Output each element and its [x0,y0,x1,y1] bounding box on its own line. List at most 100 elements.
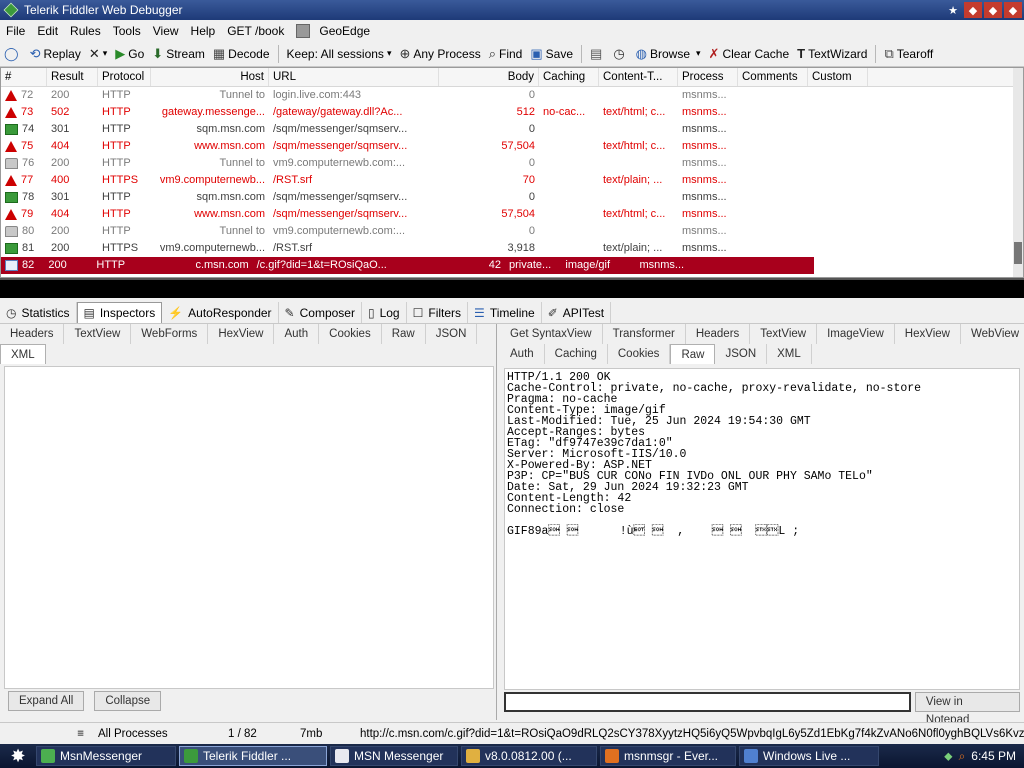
resp-tab-cookies[interactable]: Cookies [608,344,671,364]
menu-view[interactable]: View [147,24,185,38]
network-icon[interactable]: ⬥ [944,749,952,764]
tab-apitest[interactable]: ✐ APITest [542,302,612,323]
col-result[interactable]: Result [47,68,98,86]
tearoff-button[interactable]: ⧉ Tearoff [880,46,937,62]
taskbar-item-msnmessenger[interactable]: MsnMessenger [36,746,176,766]
start-button[interactable]: ✸ [0,744,36,768]
collapse-button[interactable]: Collapse [94,691,162,711]
taskbar-item-everything[interactable]: msnmsgr - Ever... [600,746,736,766]
resp-tab-hexview[interactable]: HexView [895,324,961,344]
menu-edit[interactable]: Edit [31,24,64,38]
maximize-button[interactable]: ◆ [984,2,1002,18]
session-row[interactable]: 75 404 HTTP www.msn.com/sqm/messenger/sqmse… [1,138,1023,155]
col-protocol[interactable]: Protocol [98,68,151,86]
resp-tab-transformer[interactable]: Transformer [603,324,686,344]
resp-tab-xml[interactable]: XML [767,344,812,364]
menu-get-book[interactable]: GET /book [221,24,290,38]
resp-tab-caching[interactable]: Caching [545,344,608,364]
process-filter[interactable]: All Processes [90,728,220,740]
minimize-button[interactable]: ◆ [964,2,982,18]
resp-tab-webview[interactable]: WebView [961,324,1024,344]
raw-find-input[interactable] [504,692,911,712]
stream-button[interactable]: ⬇ Stream [148,46,209,62]
resp-tab-imageview[interactable]: ImageView [817,324,895,344]
menu-file[interactable]: File [0,24,31,38]
session-row[interactable]: 78 301 HTTP sqm.msn.com/sqm/messenger/sqmse… [1,189,1023,206]
resp-tab-auth[interactable]: Auth [500,344,545,364]
req-tab-webforms[interactable]: WebForms [131,324,209,344]
decode-button[interactable]: ▦ Decode [209,46,274,62]
col-body[interactable]: Body [439,68,539,86]
resp-tab-syntaxview[interactable]: Get SyntaxView [500,324,603,344]
everything-tray-icon[interactable]: ⌕ [959,749,966,764]
session-row[interactable]: 77 400 HTTPS vm9.computernewb... /RST.srf 70 t… [1,172,1023,189]
resp-tab-headers[interactable]: Headers [686,324,751,344]
tab-filters[interactable]: ☐ Filters [407,302,469,323]
tab-autoresponder[interactable]: ⚡ AutoResponder [162,302,279,323]
menu-geoedge[interactable]: GeoEdge [313,24,376,38]
req-tab-auth[interactable]: Auth [274,324,320,344]
tab-inspectors[interactable]: ▤ Inspectors [76,302,163,323]
taskbar-item-msn-messenger[interactable]: MSN Messenger [330,746,458,766]
resp-tab-json[interactable]: JSON [715,344,768,364]
any-process-button[interactable]: ⊕ Any Process [395,46,484,62]
view-in-notepad-button[interactable]: View in Notepad [914,692,1020,726]
col-process[interactable]: Process [678,68,738,86]
textwizard-button[interactable]: T TextWizard [793,46,871,61]
resp-tab-textview[interactable]: TextView [750,324,818,344]
req-tab-cookies[interactable]: Cookies [319,324,382,344]
session-scrollbar[interactable] [1013,68,1023,277]
star-icon[interactable]: ★ [944,2,962,18]
session-row[interactable]: 73 502 HTTP gateway.messenge... /gateway/gat… [1,104,1023,121]
taskbar-item-windows-live[interactable]: Windows Live ... [739,746,879,766]
keep-sessions-dropdown[interactable]: Keep: All sessions ▾ [283,47,396,61]
close-button[interactable]: ◆ [1004,2,1022,18]
col-content-type[interactable]: Content-T... [599,68,678,86]
menu-rules[interactable]: Rules [64,24,107,38]
session-row[interactable]: 81 200 HTTPS vm9.computernewb... /RST.srf 3,9… [1,240,1023,257]
panel-splitter[interactable] [0,278,1024,298]
session-row[interactable]: 76 200 HTTP Tunnel to vm9.computernewb.com:.… [1,155,1023,172]
menu-help[interactable]: Help [185,24,222,38]
col-comments[interactable]: Comments [738,68,808,86]
req-tab-raw[interactable]: Raw [382,324,426,344]
col-url[interactable]: URL [269,68,439,86]
tab-timeline[interactable]: ☰ Timeline [468,302,542,323]
resp-tab-raw[interactable]: Raw [670,344,716,364]
comment-button[interactable]: ◯ [0,46,26,62]
scrollbar-thumb[interactable] [1014,242,1022,264]
session-row[interactable]: 80 200 HTTP Tunnel to vm9.computernewb.com:.… [1,223,1023,240]
col-custom[interactable]: Custom [808,68,868,86]
tab-statistics[interactable]: ◷ Statistics [0,302,77,323]
screenshot-button[interactable]: ▤ [586,46,609,62]
session-list[interactable]: # Result Protocol Host URL Body Caching … [0,67,1024,278]
session-row[interactable]: 74 301 HTTP sqm.msn.com/sqm/messenger/sqmse… [1,121,1023,138]
session-row[interactable]: 72 200 HTTP Tunnel to login.live.com:443 0 msn… [1,87,1023,104]
session-row[interactable]: 79 404 HTTP www.msn.com/sqm/messenger/sqmse… [1,206,1023,223]
find-button[interactable]: ⌕ Find [485,46,527,62]
response-raw-text[interactable]: HTTP/1.1 200 OK Cache-Control: private, n… [504,368,1020,690]
replay-button[interactable]: ⟲ Replay [26,46,85,62]
menu-tools[interactable]: Tools [107,24,147,38]
expand-all-button[interactable]: Expand All [8,691,85,711]
save-button[interactable]: ▣ Save [526,46,577,62]
req-tab-textview[interactable]: TextView [64,324,132,344]
col-number[interactable]: # [1,68,47,86]
request-xml-view[interactable] [4,366,494,689]
browse-button[interactable]: ◍ Browse ▾ [632,46,705,62]
remove-button[interactable]: ✕ ▾ [85,46,111,62]
timer-button[interactable]: ◷ [609,46,631,62]
session-row[interactable]: 82 200 HTTP c.msn.com/c.gif?did=1&t=ROsiQaO… [1,257,814,274]
go-button[interactable]: ▶ Go [111,46,148,62]
col-host[interactable]: Host [151,68,269,86]
req-tab-json[interactable]: JSON [426,324,478,344]
clear-cache-button[interactable]: ✗ Clear Cache [705,46,794,62]
taskbar-item-version[interactable]: v8.0.0812.00 (... [461,746,597,766]
tab-log[interactable]: ▯ Log [362,302,407,323]
tab-composer[interactable]: ✎ Composer [279,302,362,323]
req-tab-headers[interactable]: Headers [0,324,65,344]
req-tab-hexview[interactable]: HexView [208,324,275,344]
taskbar-item-fiddler[interactable]: Telerik Fiddler ... [179,746,327,766]
col-caching[interactable]: Caching [539,68,599,86]
req-tab-xml[interactable]: XML [0,344,46,364]
